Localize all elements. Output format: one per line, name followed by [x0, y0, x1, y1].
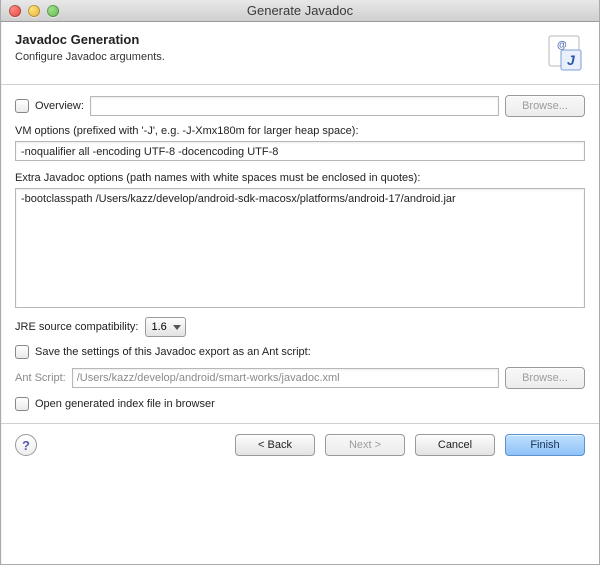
overview-input[interactable]: [90, 96, 499, 116]
window-title: Generate Javadoc: [1, 3, 599, 18]
svg-text:@: @: [557, 40, 567, 51]
button-bar: ? < Back Next > Cancel Finish: [1, 424, 599, 470]
jre-select-value: 1.6: [152, 321, 167, 333]
titlebar: Generate Javadoc: [1, 0, 599, 22]
dialog-content: Overview: Browse... VM options (prefixed…: [1, 85, 599, 411]
finish-button[interactable]: Finish: [505, 434, 585, 456]
ant-script-label: Ant Script:: [15, 372, 66, 384]
javadoc-icon: @ J: [545, 32, 585, 72]
jre-row: JRE source compatibility: 1.6: [15, 317, 585, 337]
save-ant-row: Save the settings of this Javadoc export…: [15, 345, 585, 359]
overview-browse-button[interactable]: Browse...: [505, 95, 585, 117]
save-ant-checkbox[interactable]: [15, 345, 29, 359]
open-index-label: Open generated index file in browser: [35, 398, 215, 410]
open-index-row: Open generated index file in browser: [15, 397, 585, 411]
open-index-checkbox[interactable]: [15, 397, 29, 411]
vm-options-input[interactable]: [15, 141, 585, 161]
dialog-window: Generate Javadoc Javadoc Generation Conf…: [0, 0, 600, 565]
minimize-icon[interactable]: [28, 5, 40, 17]
dialog-header: Javadoc Generation Configure Javadoc arg…: [1, 22, 599, 85]
extra-options-label: Extra Javadoc options (path names with w…: [15, 172, 585, 184]
vm-options-label: VM options (prefixed with '-J', e.g. -J-…: [15, 125, 585, 137]
page-title: Javadoc Generation: [15, 32, 165, 47]
window-controls: [1, 5, 59, 17]
overview-row: Overview: Browse...: [15, 95, 585, 117]
overview-checkbox[interactable]: [15, 99, 29, 113]
page-subtitle: Configure Javadoc arguments.: [15, 51, 165, 63]
extra-options-input[interactable]: [15, 188, 585, 308]
svg-text:J: J: [567, 52, 576, 68]
next-button: Next >: [325, 434, 405, 456]
zoom-icon[interactable]: [47, 5, 59, 17]
jre-label: JRE source compatibility:: [15, 321, 139, 333]
header-text: Javadoc Generation Configure Javadoc arg…: [15, 32, 165, 63]
cancel-button[interactable]: Cancel: [415, 434, 495, 456]
jre-select[interactable]: 1.6: [145, 317, 186, 337]
ant-script-row: Ant Script: Browse...: [15, 367, 585, 389]
save-ant-label: Save the settings of this Javadoc export…: [35, 346, 311, 358]
help-button[interactable]: ?: [15, 434, 37, 456]
overview-label: Overview:: [35, 100, 84, 112]
chevron-down-icon: [173, 325, 181, 330]
close-icon[interactable]: [9, 5, 21, 17]
ant-script-input: [72, 368, 499, 388]
ant-script-browse-button: Browse...: [505, 367, 585, 389]
help-icon: ?: [22, 438, 30, 453]
button-row: < Back Next > Cancel Finish: [235, 434, 585, 456]
back-button[interactable]: < Back: [235, 434, 315, 456]
